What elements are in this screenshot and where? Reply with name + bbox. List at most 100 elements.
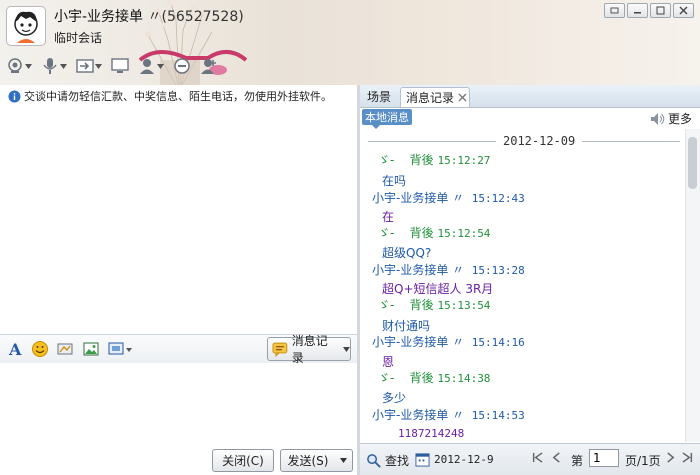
message-text: 超Q+短信超人 3R月 [382, 282, 494, 296]
chevron-right-icon [667, 452, 675, 463]
close-icon[interactable] [458, 93, 467, 102]
maximize-button[interactable] [650, 3, 671, 18]
history-bottom-bar: 查找 2012-12-9 第 页/1页 [360, 443, 700, 475]
next-page-button[interactable] [665, 452, 676, 463]
message-header: ゞ- 背後 15:12:27 [378, 153, 491, 167]
shake-button[interactable] [56, 340, 74, 358]
last-page-icon [682, 452, 693, 463]
message-header: 小宇-业务接单 〃 15:14:53 [372, 408, 525, 422]
monitor-icon [111, 58, 129, 73]
search-button[interactable]: 查找 [366, 452, 409, 469]
send-options-button[interactable] [334, 449, 353, 472]
calendar-icon [415, 453, 430, 467]
tab-scene[interactable]: 场景 [360, 87, 398, 106]
history-tab-bar: 场景 消息记录 [360, 85, 700, 108]
skin-icon [610, 7, 619, 14]
message-scrollbar[interactable] [685, 129, 700, 442]
minimize-icon [634, 12, 641, 14]
smiley-icon [32, 341, 48, 357]
security-notice-text: 交谈中请勿轻信汇款、中奖信息、陌生电话，勿使用外挂软件。 [24, 90, 332, 103]
search-icon [367, 454, 381, 468]
message-header: 小宇-业务接单 〃 15:13:28 [372, 263, 525, 277]
add-contact-button[interactable] [200, 57, 218, 75]
history-panel: 场景 消息记录 本地消息 更多 2012-12-09 ゞ- 背後 15:12:2… [360, 85, 700, 475]
avatar[interactable] [6, 6, 46, 46]
page-label: 第 [571, 454, 584, 468]
local-messages-tag[interactable]: 本地消息 [362, 109, 412, 129]
security-notice: 交谈中请勿轻信汇款、中奖信息、陌生电话，勿使用外挂软件。 [8, 88, 332, 104]
chevron-down-icon [343, 346, 350, 352]
tab-message-history[interactable]: 消息记录 [400, 87, 470, 107]
message-header: ゞ- 背後 15:13:54 [378, 298, 491, 312]
font-icon: A [8, 340, 22, 358]
close-icon [679, 6, 688, 15]
remote-assist-button[interactable] [111, 57, 129, 75]
message-text: 恩 [382, 355, 395, 369]
chevron-down-icon [95, 63, 102, 69]
chevron-down-icon [60, 63, 67, 69]
chevron-down-icon [25, 63, 32, 69]
search-label: 查找 [385, 454, 410, 468]
chevron-down-icon [157, 63, 164, 69]
camera-icon [8, 58, 22, 73]
history-toggle-button[interactable]: 消息记录 [267, 334, 351, 365]
page-total: 页/1页 [625, 454, 661, 468]
message-text: 财付通吗 [382, 319, 431, 333]
chat-toolbar [6, 55, 227, 77]
contact-name: 小宇-业务接单 〃(56527528) [54, 6, 244, 26]
prev-page-button[interactable] [551, 452, 562, 463]
info-icon [8, 90, 21, 102]
tab-message-history-label: 消息记录 [406, 91, 455, 105]
chevron-down-icon [339, 458, 347, 463]
history-sub-bar: 本地消息 更多 [360, 108, 700, 129]
message-text: 1187214248 [398, 427, 465, 440]
contact-nickname: 小宇-业务接单 [54, 9, 144, 25]
message-list[interactable]: 2012-12-09 ゞ- 背後 15:12:27 在吗 小宇-业务接单 〃 1… [360, 129, 685, 442]
screenshot-icon [108, 342, 132, 355]
video-call-button[interactable] [6, 57, 32, 75]
window-controls [604, 3, 694, 18]
message-header: 小宇-业务接单 〃 15:12:43 [372, 191, 525, 205]
message-header: ゞ- 背後 15:12:54 [378, 226, 491, 240]
date-picker[interactable]: 2012-12-9 [415, 452, 494, 467]
message-text: 多少 [382, 391, 407, 405]
block-icon [174, 58, 190, 74]
last-page-button[interactable] [682, 452, 693, 463]
action-bar: 关闭(C) 发送(S) [0, 445, 357, 475]
chevron-left-icon [552, 452, 560, 463]
font-button[interactable]: A [6, 340, 24, 358]
app-button[interactable] [138, 57, 164, 75]
conversation-pane: 交谈中请勿轻信汇款、中奖信息、陌生电话，勿使用外挂软件。 A 消息记录 关闭(C… [0, 85, 357, 475]
message-text: 超级QQ? [382, 246, 432, 260]
maximize-icon [656, 6, 665, 15]
chat-history-icon [272, 342, 288, 357]
close-button[interactable]: 关闭(C) [212, 449, 274, 472]
block-contact-button[interactable] [173, 57, 191, 75]
message-header: ゞ- 背後 15:14:38 [378, 371, 491, 385]
more-label: 更多 [667, 112, 692, 126]
date-separator: 2012-12-09 [368, 134, 680, 148]
skin-button[interactable] [604, 3, 625, 18]
session-status: 临时会话 [54, 31, 103, 45]
message-header: 小宇-业务接单 〃 15:14:16 [372, 335, 525, 349]
first-page-button[interactable] [532, 452, 543, 463]
speaker-icon [650, 112, 665, 125]
close-window-button[interactable] [673, 3, 694, 18]
send-file-button[interactable] [76, 57, 102, 75]
window-shake-icon [57, 343, 73, 355]
scrollbar-thumb[interactable] [688, 137, 697, 189]
microphone-icon [43, 58, 57, 74]
first-page-icon [532, 452, 543, 463]
svg-text:A: A [8, 340, 22, 358]
title-bar: 小宇-业务接单 〃(56527528) 临时会话 [0, 0, 700, 85]
minimize-button[interactable] [627, 3, 648, 18]
message-input[interactable] [0, 363, 357, 445]
format-toolbar: A 消息记录 [0, 334, 357, 365]
more-button[interactable]: 更多 [650, 110, 692, 127]
voice-call-button[interactable] [41, 57, 67, 75]
page-number-input[interactable] [589, 449, 619, 467]
emoji-button[interactable] [31, 340, 49, 358]
screenshot-button[interactable] [108, 340, 134, 358]
send-image-button[interactable] [82, 340, 100, 358]
send-button[interactable]: 发送(S) [280, 449, 336, 472]
